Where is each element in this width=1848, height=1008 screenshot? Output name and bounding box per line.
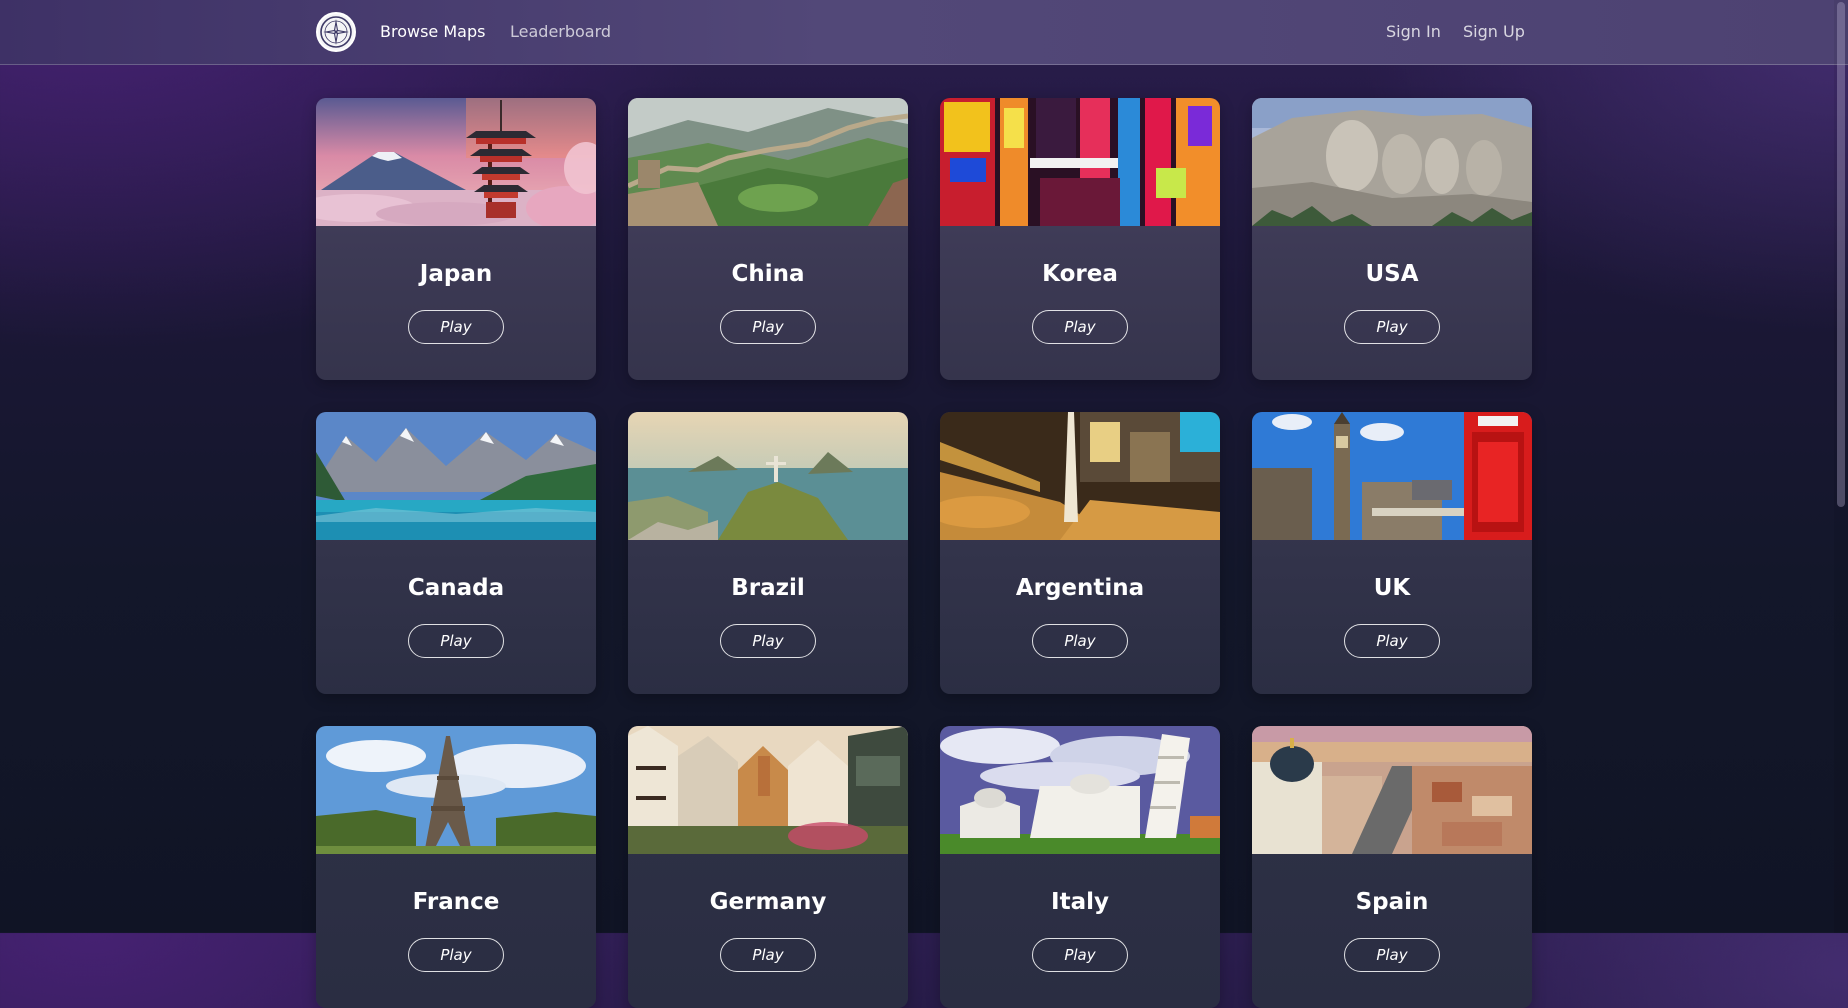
play-button[interactable]: Play — [408, 624, 504, 658]
map-card-italy: Italy Play — [940, 726, 1220, 1008]
china-great-wall-image[interactable] — [628, 98, 908, 226]
play-button[interactable]: Play — [720, 938, 816, 972]
map-card-france: France Play — [316, 726, 596, 1008]
play-button[interactable]: Play — [408, 938, 504, 972]
nav-leaderboard[interactable]: Leaderboard — [510, 20, 611, 44]
france-eiffel-tower-image[interactable] — [316, 726, 596, 854]
card-title: Spain — [1355, 889, 1429, 915]
card-title: Canada — [407, 575, 505, 601]
card-title: Argentina — [1015, 575, 1145, 601]
argentina-obelisk-night-image[interactable] — [940, 412, 1220, 540]
top-navbar: Browse Maps Leaderboard Sign In Sign Up — [0, 0, 1848, 65]
germany-old-town-image[interactable] — [628, 726, 908, 854]
brazil-christ-redeemer-image[interactable] — [628, 412, 908, 540]
spain-madrid-rooftops-image[interactable] — [1252, 726, 1532, 854]
play-button[interactable]: Play — [1032, 938, 1128, 972]
korea-neon-street-image[interactable] — [940, 98, 1220, 226]
play-button[interactable]: Play — [1344, 624, 1440, 658]
canada-mountain-lake-image[interactable] — [316, 412, 596, 540]
map-card-korea: Korea Play — [940, 98, 1220, 380]
scrollbar-track[interactable] — [1834, 0, 1848, 933]
map-card-uk: UK Play — [1252, 412, 1532, 694]
japan-pagoda-fuji-image[interactable] — [316, 98, 596, 226]
map-card-usa: USA Play — [1252, 98, 1532, 380]
italy-pisa-tower-image[interactable] — [940, 726, 1220, 854]
map-card-japan: Japan Play — [316, 98, 596, 380]
card-title: UK — [1373, 575, 1411, 601]
play-button[interactable]: Play — [1344, 938, 1440, 972]
map-card-grid: Japan Play China Play Korea Play USA Pla… — [316, 98, 1532, 1008]
play-button[interactable]: Play — [1032, 310, 1128, 344]
sign-up-link[interactable]: Sign Up — [1463, 20, 1525, 44]
map-card-spain: Spain Play — [1252, 726, 1532, 1008]
play-button[interactable]: Play — [1344, 310, 1440, 344]
sign-in-link[interactable]: Sign In — [1386, 20, 1441, 44]
card-title: USA — [1365, 261, 1419, 287]
card-title: France — [412, 889, 500, 915]
nav-browse-maps[interactable]: Browse Maps — [380, 20, 485, 44]
play-button[interactable]: Play — [720, 310, 816, 344]
scrollbar-thumb[interactable] — [1837, 2, 1845, 507]
play-button[interactable]: Play — [720, 624, 816, 658]
card-title: Brazil — [731, 575, 805, 601]
card-title: Germany — [709, 889, 827, 915]
map-card-brazil: Brazil Play — [628, 412, 908, 694]
map-card-canada: Canada Play — [316, 412, 596, 694]
map-card-china: China Play — [628, 98, 908, 380]
usa-mount-rushmore-image[interactable] — [1252, 98, 1532, 226]
compass-icon[interactable] — [316, 12, 356, 52]
card-title: Japan — [419, 261, 493, 287]
play-button[interactable]: Play — [1032, 624, 1128, 658]
card-title: Korea — [1042, 261, 1118, 287]
map-card-germany: Germany Play — [628, 726, 908, 1008]
card-title: Italy — [1051, 889, 1109, 915]
map-card-argentina: Argentina Play — [940, 412, 1220, 694]
card-title: China — [731, 261, 805, 287]
uk-big-ben-phone-box-image[interactable] — [1252, 412, 1532, 540]
play-button[interactable]: Play — [408, 310, 504, 344]
